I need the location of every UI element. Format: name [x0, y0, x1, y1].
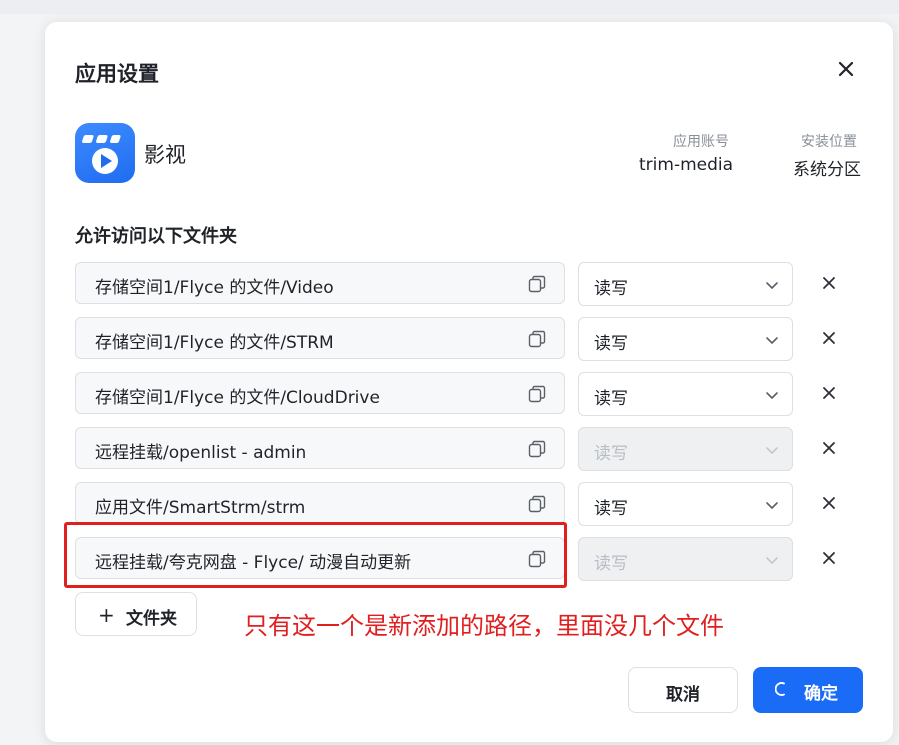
app-name: 影视 — [144, 143, 186, 167]
add-folder-button[interactable]: + 文件夹 — [75, 592, 197, 636]
account-value: trim-media — [639, 155, 734, 175]
permission-select[interactable]: 读写 — [578, 372, 793, 416]
folder-path-field: 远程挂载/夸克网盘 - Flyce/ 动漫自动更新 — [75, 537, 565, 579]
backdrop-strip — [0, 0, 899, 14]
copy-icon[interactable] — [528, 495, 546, 513]
annotation-text: 只有这一个是新添加的路径，里面没几个文件 — [244, 612, 724, 640]
location-value: 系统分区 — [793, 160, 861, 180]
add-folder-label: 文件夹 — [126, 609, 177, 629]
folder-path-field: 存储空间1/Flyce 的文件/STRM — [75, 317, 565, 359]
folder-path-text: 远程挂载/夸克网盘 - Flyce/ 动漫自动更新 — [95, 553, 412, 573]
media-app-icon — [75, 123, 135, 183]
confirm-label: 确定 — [804, 684, 838, 704]
copy-icon[interactable] — [528, 275, 546, 293]
remove-folder-icon[interactable] — [819, 383, 839, 403]
remove-folder-icon[interactable] — [819, 328, 839, 348]
location-label: 安装位置 — [801, 134, 857, 150]
permission-value: 读写 — [594, 389, 628, 409]
folder-row: 存储空间1/Flyce 的文件/CloudDrive 读写 — [75, 372, 865, 418]
chevron-down-icon — [766, 337, 778, 344]
folder-row: 远程挂载/openlist - admin 读写 — [75, 427, 865, 473]
folder-row: 远程挂载/夸克网盘 - Flyce/ 动漫自动更新 读写 — [75, 537, 865, 583]
chevron-down-icon — [766, 502, 778, 509]
folder-path-text: 远程挂载/openlist - admin — [95, 443, 307, 463]
cancel-button[interactable]: 取消 — [628, 667, 738, 713]
chevron-down-icon — [766, 447, 778, 454]
folder-path-text: 应用文件/SmartStrm/strm — [95, 498, 306, 518]
folder-path-text: 存储空间1/Flyce 的文件/STRM — [95, 333, 334, 353]
copy-icon[interactable] — [528, 440, 546, 458]
copy-icon[interactable] — [528, 385, 546, 403]
folder-path-field: 应用文件/SmartStrm/strm — [75, 482, 565, 524]
folder-row: 存储空间1/Flyce 的文件/STRM 读写 — [75, 317, 865, 363]
section-title: 允许访问以下文件夹 — [75, 226, 237, 247]
folder-row: 应用文件/SmartStrm/strm 读写 — [75, 482, 865, 528]
permission-select[interactable]: 读写 — [578, 262, 793, 306]
permission-select-disabled: 读写 — [578, 427, 793, 471]
permission-value: 读写 — [594, 554, 628, 574]
chevron-down-icon — [766, 392, 778, 399]
plus-icon: + — [98, 603, 115, 627]
close-icon[interactable] — [833, 56, 859, 82]
confirm-button[interactable]: 确定 — [753, 667, 863, 713]
remove-folder-icon[interactable] — [819, 548, 839, 568]
cancel-label: 取消 — [666, 685, 700, 705]
chevron-down-icon — [766, 282, 778, 289]
app-settings-dialog: 应用设置 影视 应用账号 trim-media 安装位置 系统分区 允许访问以下… — [45, 22, 893, 742]
copy-icon[interactable] — [528, 330, 546, 348]
permission-select-disabled: 读写 — [578, 537, 793, 581]
remove-folder-icon[interactable] — [819, 438, 839, 458]
loading-spinner-icon — [775, 682, 785, 696]
permission-value: 读写 — [594, 334, 628, 354]
permission-value: 读写 — [594, 279, 628, 299]
remove-folder-icon[interactable] — [819, 493, 839, 513]
permission-value: 读写 — [594, 499, 628, 519]
backdrop-side — [0, 14, 44, 745]
chevron-down-icon — [766, 557, 778, 564]
permission-select[interactable]: 读写 — [578, 482, 793, 526]
folder-path-field: 存储空间1/Flyce 的文件/CloudDrive — [75, 372, 565, 414]
account-label: 应用账号 — [673, 134, 729, 150]
permission-value: 读写 — [594, 444, 628, 464]
folder-path-field: 存储空间1/Flyce 的文件/Video — [75, 262, 565, 304]
dialog-title: 应用设置 — [75, 62, 159, 86]
copy-icon[interactable] — [528, 550, 546, 568]
permission-select[interactable]: 读写 — [578, 317, 793, 361]
folder-path-field: 远程挂载/openlist - admin — [75, 427, 565, 469]
remove-folder-icon[interactable] — [819, 273, 839, 293]
folder-path-text: 存储空间1/Flyce 的文件/CloudDrive — [95, 388, 380, 408]
folder-path-text: 存储空间1/Flyce 的文件/Video — [95, 278, 334, 298]
folder-row: 存储空间1/Flyce 的文件/Video 读写 — [75, 262, 865, 308]
